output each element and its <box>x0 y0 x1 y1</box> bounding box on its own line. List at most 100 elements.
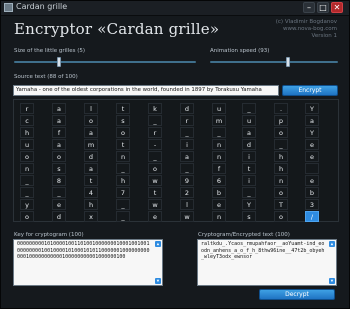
grid-cell[interactable]: a <box>52 139 66 150</box>
grid-cell[interactable]: . <box>274 103 288 114</box>
grid-cell[interactable]: f <box>52 127 66 138</box>
grid-cell[interactable]: l <box>180 199 194 210</box>
grid-cell[interactable]: d <box>180 103 194 114</box>
grid-cell[interactable]: o <box>20 151 34 162</box>
grid-cell[interactable]: u <box>20 139 34 150</box>
encrypt-button[interactable]: Encrypt <box>282 85 338 96</box>
grid-cell[interactable]: p <box>274 115 288 126</box>
grid-cell[interactable]: m <box>212 115 226 126</box>
grid-cell[interactable]: 4 <box>84 187 98 198</box>
grid-cell[interactable]: y <box>20 199 34 210</box>
grid-cell[interactable]: _ <box>148 151 162 162</box>
grid-cell[interactable]: h <box>274 163 288 174</box>
grid-cell[interactable]: d <box>242 139 256 150</box>
grid-cell[interactable]: l <box>84 103 98 114</box>
grid-cell[interactable]: c <box>20 115 34 126</box>
grid-cell[interactable]: n <box>212 211 226 222</box>
grid-cell[interactable]: e <box>212 199 226 210</box>
grid-cell[interactable]: a <box>84 163 98 174</box>
slider-thumb[interactable] <box>286 57 290 67</box>
grid-cell[interactable]: i <box>180 139 194 150</box>
grid-cell[interactable]: d <box>84 151 98 162</box>
grid-cell[interactable]: e <box>305 175 319 186</box>
grid-cell[interactable]: r <box>180 115 194 126</box>
grid-cell[interactable]: Y <box>242 199 256 210</box>
grid-cell[interactable]: t <box>84 175 98 186</box>
grid-cell[interactable]: _ <box>180 127 194 138</box>
grid-cell[interactable]: _ <box>20 187 34 198</box>
grid-cell[interactable]: f <box>212 163 226 174</box>
grid-cell[interactable]: h <box>116 175 130 186</box>
speed-slider[interactable] <box>210 57 338 67</box>
grid-cell[interactable]: - <box>148 139 162 150</box>
grid-cell[interactable]: _ <box>274 139 288 150</box>
grid-cell[interactable]: h <box>20 127 34 138</box>
grid-cell[interactable]: 2 <box>180 187 194 198</box>
grid-cell[interactable]: e <box>148 211 162 222</box>
close-button[interactable]: ✕ <box>331 2 343 13</box>
grid-cell[interactable]: e <box>52 199 66 210</box>
grid-cell[interactable]: _ <box>242 187 256 198</box>
grid-cell[interactable]: / <box>305 211 319 222</box>
grid-cell[interactable]: _ <box>116 199 130 210</box>
grid-cell[interactable]: _ <box>20 175 34 186</box>
title-bar[interactable]: Cardan grille – □ ✕ <box>1 1 349 16</box>
grid-cell[interactable]: k <box>148 103 162 114</box>
grille-size-slider[interactable] <box>14 57 196 67</box>
grid-cell[interactable]: n <box>212 139 226 150</box>
grid-cell[interactable]: a <box>305 115 319 126</box>
grid-cell[interactable]: a <box>52 103 66 114</box>
grid-cell[interactable]: _ <box>180 163 194 174</box>
grid-cell[interactable]: e <box>305 151 319 162</box>
grid-cell[interactable]: Y <box>305 103 319 114</box>
grid-cell[interactable]: b <box>305 187 319 198</box>
grid-cell[interactable]: i <box>242 175 256 186</box>
grid-cell[interactable]: 8 <box>52 175 66 186</box>
grid-cell[interactable]: 9 <box>180 175 194 186</box>
grid-cell[interactable]: a <box>52 115 66 126</box>
grid-cell[interactable]: h <box>84 199 98 210</box>
grid-cell[interactable]: w <box>180 211 194 222</box>
grid-cell[interactable]: s <box>52 163 66 174</box>
grid-cell[interactable]: o <box>274 187 288 198</box>
scroll-up-icon[interactable]: ▲ <box>155 241 161 247</box>
grid-cell[interactable]: Y <box>305 127 319 138</box>
scroll-down-icon[interactable]: ▼ <box>329 278 335 284</box>
grid-cell[interactable]: _ <box>116 163 130 174</box>
grid-cell[interactable]: x <box>84 211 98 222</box>
grid-cell[interactable]: T <box>274 199 288 210</box>
maximize-button[interactable]: □ <box>317 2 329 13</box>
grid-cell[interactable]: o <box>84 115 98 126</box>
grid-cell[interactable]: t <box>242 163 256 174</box>
grid-cell[interactable]: 7 <box>116 187 130 198</box>
grid-cell[interactable]: o <box>274 127 288 138</box>
grid-cell[interactable]: n <box>116 151 130 162</box>
grid-cell[interactable]: _ <box>148 115 162 126</box>
grid-cell[interactable]: m <box>84 139 98 150</box>
grid-cell[interactable]: _ <box>52 187 66 198</box>
grid-cell[interactable]: i <box>242 151 256 162</box>
grid-cell[interactable]: b <box>212 187 226 198</box>
grid-cell[interactable]: s <box>116 115 130 126</box>
grid-cell[interactable]: o <box>274 211 288 222</box>
grid-cell[interactable]: o <box>20 211 34 222</box>
grid-cell[interactable]: o <box>52 151 66 162</box>
grid-cell[interactable]: u <box>212 103 226 114</box>
grid-cell[interactable] <box>305 163 319 174</box>
grid-cell[interactable]: r <box>148 127 162 138</box>
grid-cell[interactable]: t <box>116 139 130 150</box>
scroll-down-icon[interactable]: ▼ <box>155 278 161 284</box>
grid-cell[interactable]: h <box>274 151 288 162</box>
slider-thumb[interactable] <box>57 57 61 67</box>
grid-cell[interactable]: n <box>274 175 288 186</box>
grid-cell[interactable]: e <box>305 139 319 150</box>
minimize-button[interactable]: – <box>303 2 315 13</box>
grid-cell[interactable]: w <box>148 199 162 210</box>
grid-cell[interactable]: _ <box>212 127 226 138</box>
grid-cell[interactable]: t <box>116 103 130 114</box>
website-link[interactable]: www.nova-bog.com <box>276 26 337 33</box>
grid-cell[interactable]: 6 <box>212 175 226 186</box>
decrypt-button[interactable]: Decrypt <box>259 289 335 300</box>
grid-cell[interactable]: n <box>212 151 226 162</box>
source-text-input[interactable]: Yamaha - one of the oldest corporations … <box>13 85 279 96</box>
